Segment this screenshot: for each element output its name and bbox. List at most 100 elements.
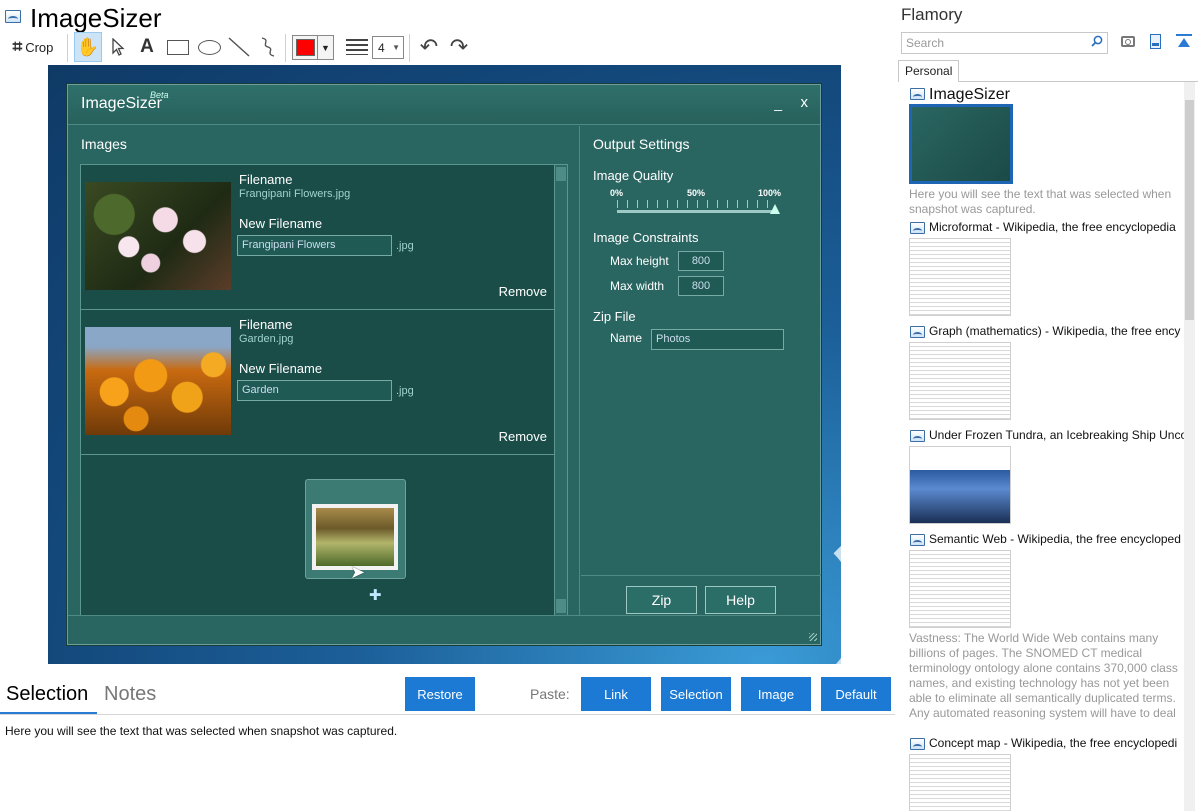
snapshot-title: Concept map - Wikipedia, the free encycl… [909,736,1184,754]
imagesizer-window: ImageSizer Beta _ x Images Filename Fran… [67,84,821,645]
document-icon[interactable] [1150,34,1161,49]
resize-grip-icon[interactable] [809,633,817,641]
new-filename-label: New Filename [239,361,323,376]
cursor-icon: ➤ [350,562,366,582]
search-icon[interactable] [1091,35,1103,47]
help-button[interactable]: Help [705,586,776,614]
remove-button[interactable]: Remove [499,429,547,444]
hand-tool-button[interactable]: ✋ [74,32,102,62]
list-item[interactable]: Under Frozen Tundra, an Icebreaking Ship… [909,428,1184,524]
zip-name-label: Name [610,331,643,345]
paste-link-button[interactable]: Link [581,677,651,711]
max-width-input[interactable]: 800 [678,276,724,296]
max-width-label: Max width [610,279,665,293]
line-weight-button[interactable] [345,32,369,62]
snapshot-page-icon [910,534,925,546]
toolbar-separator [67,34,68,62]
output-settings-panel: Output Settings Image Quality 0% 50% 100… [581,126,821,616]
remove-button[interactable]: Remove [499,284,547,299]
paste-image-button[interactable]: Image [741,677,811,711]
chevron-down-icon: ▼ [392,43,400,52]
line-width-value: 4 [378,40,385,55]
snapshot-title-text: Semantic Web - Wikipedia, the free encyc… [929,532,1181,546]
dragged-image-tile[interactable]: ➤ [305,479,406,582]
search-input[interactable]: Search [901,32,1108,54]
paste-default-button[interactable]: Default [821,677,891,711]
tab-personal[interactable]: Personal [898,60,959,82]
crop-icon: ⌗ [12,37,23,56]
line-icon [228,37,250,57]
zip-button[interactable]: Zip [626,586,697,614]
snapshot-page-icon [910,326,925,338]
paste-selection-button[interactable]: Selection [661,677,731,711]
snapshot-page-icon [910,88,925,100]
quality-slider-thumb[interactable] [770,204,780,214]
filename-value: Garden.jpg [239,333,294,345]
window-statusbar [68,615,820,644]
text-tool-button[interactable]: A [134,32,160,62]
paste-label: Paste: [530,686,570,702]
divider [0,714,895,715]
scroll-down-handle[interactable] [556,599,566,613]
snapshot-thumbnail[interactable] [909,342,1011,420]
tab-notes[interactable]: Notes [104,683,156,706]
list-item[interactable]: Semantic Web - Wikipedia, the free encyc… [909,532,1184,721]
scrollbar-thumb[interactable] [1185,100,1194,320]
add-icon: ✚ [369,587,382,604]
filename-label: Filename [239,172,293,187]
snapshot-title-text: Microformat - Wikipedia, the free encycl… [929,220,1176,234]
snapshot-thumbnail[interactable] [909,238,1011,316]
collapse-icon[interactable] [1176,34,1192,50]
list-item[interactable]: Microformat - Wikipedia, the free encycl… [909,220,1184,316]
window-titlebar: ImageSizer Beta _ x [68,85,820,125]
sidebar-scrollbar[interactable] [1184,82,1195,811]
line-width-select[interactable]: 4 ▼ [372,36,404,59]
snapshot-description: Vastness: The World Wide Web contains ma… [909,631,1178,720]
list-item: Filename Frangipani Flowers.jpg New File… [81,165,555,310]
flamory-sidebar: Flamory Search Personal ImageSizer Here … [897,0,1198,811]
undo-button[interactable]: ↶ [416,32,442,62]
close-button[interactable]: x [801,94,809,111]
crop-button[interactable]: ⌗ Crop [6,32,60,62]
tab-selection[interactable]: Selection [6,683,88,706]
search-placeholder: Search [906,36,945,50]
snapshot-thumbnail[interactable] [909,550,1011,628]
settings-heading: Output Settings [593,136,690,152]
snapshot-thumbnail[interactable] [909,446,1011,524]
redo-button[interactable]: ↷ [446,32,472,62]
image-list-scrollbar[interactable] [554,165,567,615]
list-item[interactable]: ImageSizer Here you will see the text th… [909,86,1184,217]
extension-label: .jpg [396,385,414,397]
snapshot-thumbnail[interactable] [909,754,1011,811]
snapshot-title: Semantic Web - Wikipedia, the free encyc… [909,532,1184,550]
max-height-input[interactable]: 800 [678,251,724,271]
zip-name-input[interactable]: Photos [651,329,784,350]
selection-text: Here you will see the text that was sele… [5,724,398,738]
pointer-tool-button[interactable] [106,32,132,62]
restore-button[interactable]: Restore [405,677,475,711]
color-picker[interactable]: ▼ [292,35,334,60]
snapshot-thumbnail[interactable] [909,104,1013,184]
minimize-button[interactable]: _ [774,95,782,111]
snapshot-page-icon [910,430,925,442]
app-header: ImageSizer ⌗ Crop ✋ A ▼ 4 ▼ ↶ ↷ [0,0,895,66]
ellipse-tool-button[interactable] [195,32,223,62]
filename-value: Frangipani Flowers.jpg [239,188,351,200]
new-filename-input[interactable]: Frangipani Flowers [237,235,392,256]
snapshot-list: ImageSizer Here you will see the text th… [897,82,1184,811]
list-item[interactable]: Graph (mathematics) - Wikipedia, the fre… [909,324,1184,420]
rectangle-tool-button[interactable] [164,32,192,62]
filename-label: Filename [239,317,293,332]
freehand-tool-button[interactable] [256,32,280,62]
snapshot-page-icon [910,222,925,234]
camera-icon[interactable] [1121,36,1135,47]
image-thumbnail [85,182,231,290]
new-filename-input[interactable]: Garden [237,380,392,401]
line-tool-button[interactable] [226,32,252,62]
quality-slider[interactable] [617,210,775,213]
scroll-up-handle[interactable] [556,167,566,181]
toolbar-separator [409,34,410,62]
dragged-image-thumbnail [312,504,398,570]
crop-label: Crop [25,39,54,55]
list-item[interactable]: Concept map - Wikipedia, the free encycl… [909,736,1184,811]
